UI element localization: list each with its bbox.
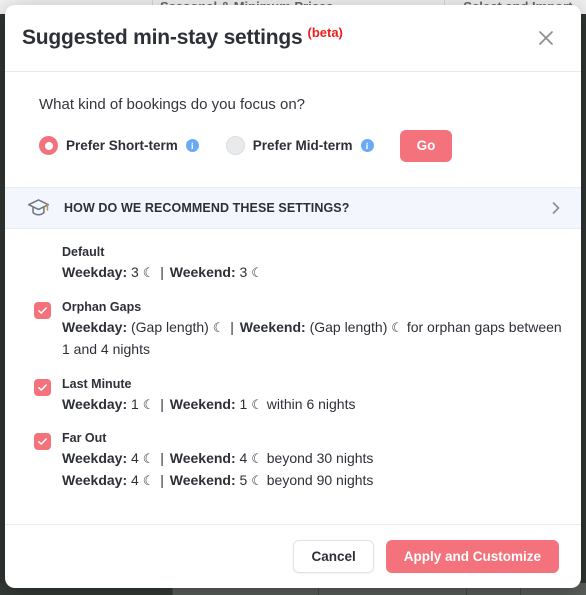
- radio-mid-term-indicator[interactable]: [225, 136, 245, 156]
- orphan-weekend-label: Weekend:: [239, 319, 306, 336]
- default-weekend-label: Weekend:: [169, 263, 236, 280]
- orphan-weekend-value: (Gap length): [309, 319, 388, 336]
- info-icon-short-term[interactable]: i: [185, 139, 199, 153]
- settings-list: Default Weekday: 3 ☾ | Weekend: 3 ☾ Orph…: [5, 229, 581, 525]
- suggested-min-stay-modal: Suggested min-stay settings (beta) What …: [5, 5, 581, 588]
- moon-icon: ☾: [251, 472, 263, 488]
- booking-focus-radio-group: Prefer Short-term i Prefer Mid-term i Go: [39, 130, 564, 162]
- checkbox-far-out[interactable]: [34, 433, 51, 451]
- checkbox-last-minute[interactable]: [34, 378, 51, 396]
- modal-footer: Cancel Apply and Customize: [5, 524, 581, 588]
- moon-icon: ☾: [142, 472, 155, 488]
- radio-prefer-short-term[interactable]: Prefer Short-term i: [39, 136, 199, 156]
- moon-icon: ☾: [142, 451, 155, 467]
- orphan-separator: |: [230, 319, 234, 336]
- farout1-weekday-value: 4: [131, 450, 139, 467]
- farout2-suffix: beyond 90 nights: [266, 471, 374, 488]
- setting-far-out-line-2: Weekday: 4 ☾ | Weekend: 5 ☾ beyond 90 ni…: [62, 470, 564, 492]
- close-icon[interactable]: [531, 23, 561, 53]
- radio-short-term-indicator[interactable]: [39, 136, 58, 156]
- cancel-button[interactable]: Cancel: [293, 539, 374, 574]
- setting-group-orphan-gaps: Orphan Gaps Weekday: (Gap length) ☾ | We…: [34, 300, 564, 360]
- farout1-weekday-label: Weekday:: [62, 450, 128, 467]
- checkbox-orphan-gaps[interactable]: [34, 302, 51, 320]
- beta-badge: (beta): [307, 24, 343, 40]
- setting-orphan-gaps-line-1: Weekday: (Gap length) ☾ | Weekend: (Gap …: [62, 317, 564, 360]
- moon-icon: ☾: [142, 264, 155, 280]
- setting-default-title: Default: [62, 244, 105, 259]
- setting-group-last-minute: Last Minute Weekday: 1 ☾ | Weekend: 1 ☾ …: [34, 377, 564, 416]
- default-weekday-value: 3: [131, 263, 139, 280]
- setting-group-far-out: Far Out Weekday: 4 ☾ | Weekend: 4 ☾ beyo…: [34, 431, 564, 491]
- graduation-cap-icon: [27, 198, 51, 218]
- chevron-right-icon[interactable]: [549, 200, 563, 216]
- moon-icon: ☾: [391, 320, 403, 336]
- page-title: Suggested min-stay settings: [22, 26, 303, 49]
- lastminute-suffix: within 6 nights: [266, 395, 356, 412]
- lastminute-separator: |: [160, 395, 164, 412]
- moon-icon: ☾: [251, 264, 263, 280]
- go-button[interactable]: Go: [399, 130, 453, 162]
- farout1-weekend-label: Weekend:: [169, 450, 236, 467]
- radio-mid-term-label: Prefer Mid-term: [252, 138, 353, 154]
- setting-last-minute-body: Last Minute Weekday: 1 ☾ | Weekend: 1 ☾ …: [62, 377, 564, 416]
- orphan-weekday-label: Weekday:: [62, 319, 128, 336]
- setting-default-line-1: Weekday: 3 ☾ | Weekend: 3 ☾: [62, 262, 564, 284]
- moon-icon: ☾: [251, 451, 263, 467]
- farout1-separator: |: [160, 450, 164, 467]
- setting-far-out-line-1: Weekday: 4 ☾ | Weekend: 4 ☾ beyond 30 ni…: [62, 448, 564, 470]
- recommendation-banner-label: HOW DO WE RECOMMEND THESE SETTINGS?: [64, 200, 350, 215]
- booking-focus-question: What kind of bookings do you focus on?: [39, 96, 306, 113]
- info-icon-mid-term[interactable]: i: [360, 139, 374, 153]
- apply-and-customize-button[interactable]: Apply and Customize: [385, 539, 559, 574]
- default-weekday-label: Weekday:: [62, 263, 128, 280]
- moon-icon: ☾: [142, 396, 155, 412]
- setting-group-default: Default Weekday: 3 ☾ | Weekend: 3 ☾: [34, 245, 564, 284]
- radio-short-term-label: Prefer Short-term: [66, 138, 178, 154]
- orphan-weekday-value: (Gap length): [131, 319, 209, 336]
- default-weekend-value: 3: [239, 263, 248, 280]
- farout2-weekday-label: Weekday:: [62, 471, 128, 488]
- radio-prefer-mid-term[interactable]: Prefer Mid-term i: [225, 136, 374, 156]
- farout1-suffix: beyond 30 nights: [266, 450, 374, 467]
- farout1-weekend-value: 4: [239, 450, 248, 467]
- default-separator: |: [160, 263, 164, 280]
- lastminute-weekend-label: Weekend:: [169, 395, 236, 412]
- farout2-weekend-value: 5: [239, 471, 248, 488]
- farout2-weekday-value: 4: [131, 471, 139, 488]
- modal-header: Suggested min-stay settings (beta): [5, 5, 581, 72]
- lastminute-weekend-value: 1: [239, 395, 248, 412]
- recommendation-banner[interactable]: HOW DO WE RECOMMEND THESE SETTINGS?: [5, 186, 581, 229]
- setting-last-minute-line-1: Weekday: 1 ☾ | Weekend: 1 ☾ within 6 nig…: [62, 394, 564, 416]
- moon-icon: ☾: [251, 396, 263, 412]
- booking-focus-section: What kind of bookings do you focus on? P…: [5, 72, 581, 162]
- setting-orphan-gaps-title: Orphan Gaps: [62, 300, 142, 315]
- farout2-weekend-label: Weekend:: [169, 471, 236, 488]
- moon-icon: ☾: [212, 320, 225, 336]
- lastminute-weekday-label: Weekday:: [62, 395, 128, 412]
- setting-last-minute-title: Last Minute: [62, 376, 132, 391]
- setting-default-body: Default Weekday: 3 ☾ | Weekend: 3 ☾: [62, 245, 564, 284]
- setting-orphan-gaps-body: Orphan Gaps Weekday: (Gap length) ☾ | We…: [62, 300, 564, 360]
- lastminute-weekday-value: 1: [131, 395, 139, 412]
- farout2-separator: |: [160, 471, 164, 488]
- setting-far-out-body: Far Out Weekday: 4 ☾ | Weekend: 4 ☾ beyo…: [62, 431, 564, 491]
- setting-far-out-title: Far Out: [62, 431, 107, 446]
